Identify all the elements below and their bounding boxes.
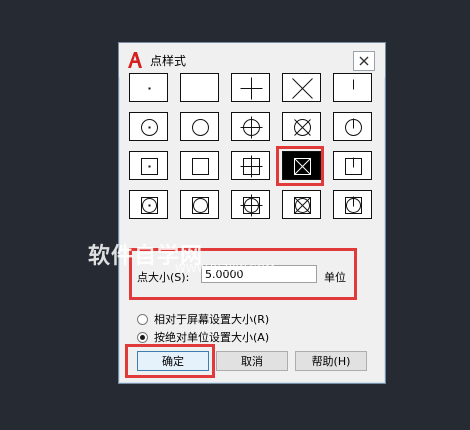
point-style-circle[interactable] <box>180 112 219 141</box>
help-button[interactable]: 帮助(H) <box>295 351 367 371</box>
radio-relative-to-screen[interactable]: 相对于屏幕设置大小(R) <box>137 311 269 327</box>
cancel-button[interactable]: 取消 <box>216 351 288 371</box>
point-style-plus[interactable] <box>231 73 270 102</box>
point-style-circle-square-x[interactable] <box>282 190 321 219</box>
circle-square-dot-icon <box>141 197 158 214</box>
square-dot-icon <box>141 158 158 175</box>
point-style-circle-plus[interactable] <box>231 112 270 141</box>
point-style-square-plus[interactable] <box>231 151 270 180</box>
empty-icon <box>181 74 220 103</box>
close-icon <box>359 56 369 66</box>
selected-style-highlight <box>276 146 324 186</box>
square-icon <box>192 158 209 175</box>
circle-plus-icon <box>240 116 263 139</box>
point-style-dialog: 点样式 点大小(S): 单位 相对于屏幕设置大小(R) 按绝对单位设置大小(A)… <box>118 42 386 384</box>
circle-icon <box>192 119 209 136</box>
point-style-circle-square-tick[interactable] <box>333 190 372 219</box>
point-style-square-tick[interactable] <box>333 151 372 180</box>
title-bar: 点样式 <box>119 43 385 77</box>
circle-square-plus-icon <box>240 194 263 217</box>
point-style-circle-dot[interactable] <box>129 112 168 141</box>
point-style-dot[interactable] <box>129 73 168 102</box>
close-button[interactable] <box>353 51 375 71</box>
point-style-x[interactable] <box>282 73 321 102</box>
plus-icon <box>240 77 263 100</box>
autocad-app-icon <box>128 52 142 68</box>
point-style-circle-square[interactable] <box>180 190 219 219</box>
point-style-circle-tick[interactable] <box>333 112 372 141</box>
circle-tick-icon <box>345 118 362 136</box>
point-style-empty[interactable] <box>180 73 219 102</box>
circle-square-icon <box>192 197 209 214</box>
point-style-square-dot[interactable] <box>129 151 168 180</box>
radio-absolute-units[interactable]: 按绝对单位设置大小(A) <box>137 329 269 345</box>
circle-x-icon <box>294 119 311 136</box>
ok-button-highlight <box>125 344 215 378</box>
square-plus-icon <box>240 155 263 178</box>
circle-dot-icon <box>141 119 158 136</box>
point-style-circle-x[interactable] <box>282 112 321 141</box>
point-style-circle-square-plus[interactable] <box>231 190 270 219</box>
watermark-url: WWW.RJZXW.COM <box>175 262 275 275</box>
square-tick-icon <box>345 157 362 175</box>
radio-relative-indicator[interactable] <box>137 313 148 325</box>
radio-absolute-label: 按绝对单位设置大小(A) <box>154 331 270 344</box>
radio-relative-label: 相对于屏幕设置大小(R) <box>154 313 270 326</box>
point-style-circle-square-dot[interactable] <box>129 190 168 219</box>
x-icon <box>292 78 313 99</box>
dot-icon <box>148 87 151 90</box>
point-style-tick[interactable] <box>333 73 372 102</box>
dialog-title: 点样式 <box>150 54 187 68</box>
circle-square-tick-icon <box>345 196 362 214</box>
point-style-square[interactable] <box>180 151 219 180</box>
circle-square-x-icon <box>294 197 311 214</box>
radio-absolute-indicator[interactable] <box>137 331 148 343</box>
tick-icon <box>353 79 354 90</box>
